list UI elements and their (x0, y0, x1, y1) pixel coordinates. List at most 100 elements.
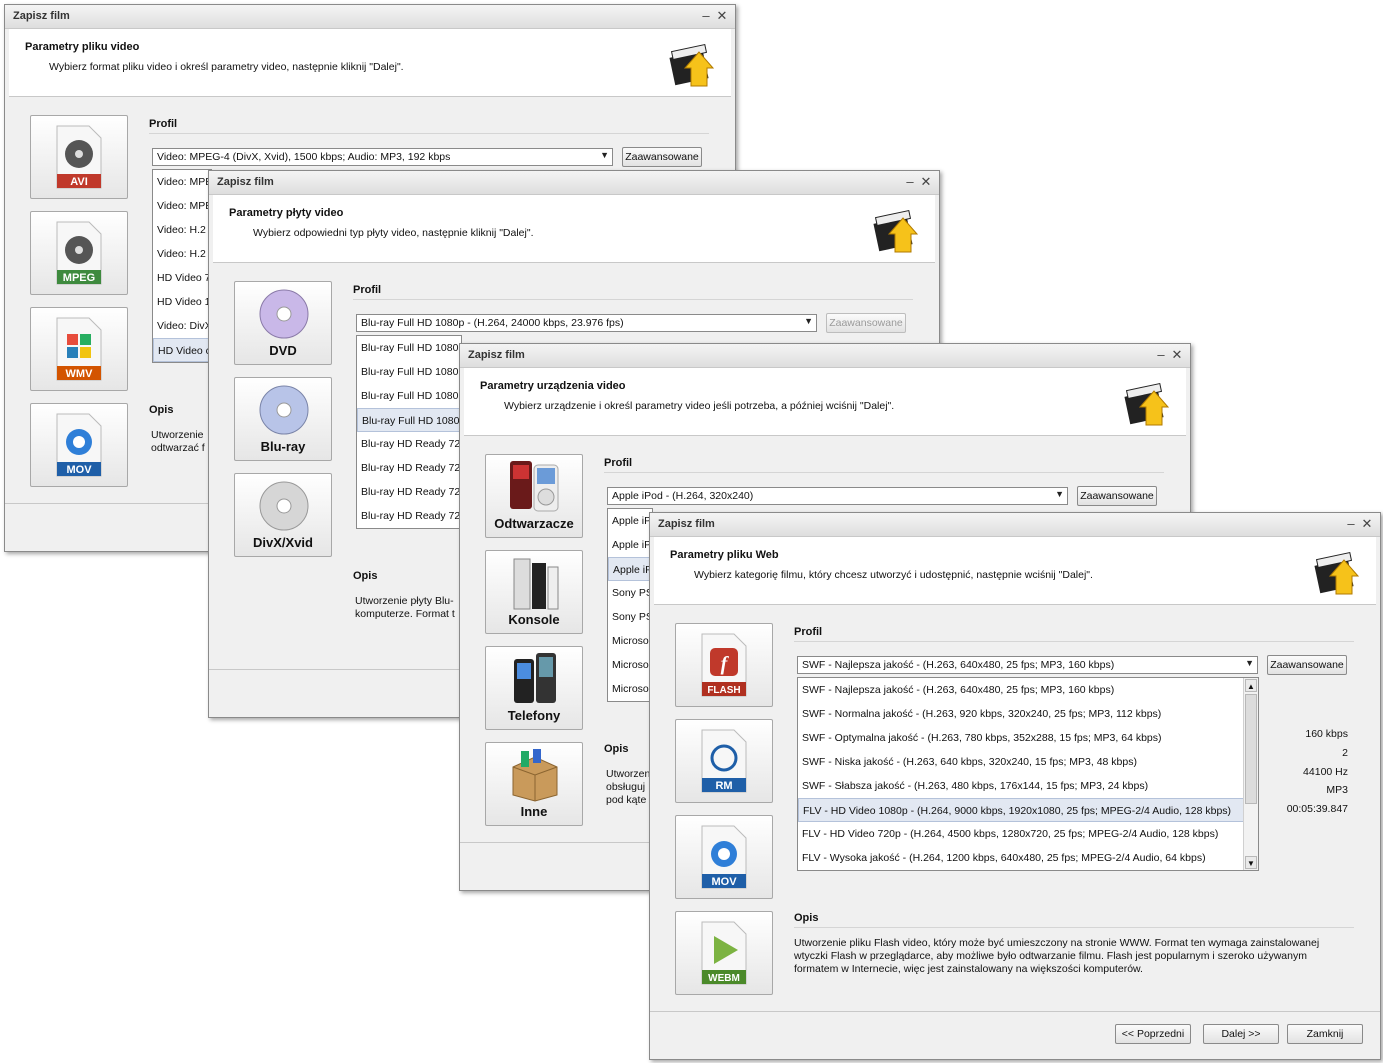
format-flash-button[interactable]: f FLASH (675, 623, 773, 707)
list-item[interactable]: Blu-ray Full HD 1080 (357, 384, 458, 408)
format-dvd-button[interactable]: DVD (234, 281, 332, 365)
format-wmv-button[interactable]: WMV (30, 307, 128, 391)
advanced-button[interactable]: Zaawansowane (622, 147, 702, 167)
list-item[interactable]: FLV - HD Video 720p - (H.264, 4500 kbps,… (798, 822, 1218, 846)
disc-icon (259, 481, 309, 531)
minimize-icon[interactable]: – (1154, 347, 1168, 363)
chevron-down-icon[interactable]: ▼ (804, 316, 813, 326)
list-item[interactable]: Microso (608, 653, 649, 677)
header-subtitle: Wybierz kategorię filmu, który chcesz ut… (694, 569, 1093, 581)
profile-select[interactable]: SWF - Najlepsza jakość - (H.263, 640x480… (797, 656, 1258, 674)
chevron-down-icon[interactable]: ▼ (1245, 658, 1254, 668)
list-item[interactable]: Microso (608, 677, 649, 701)
minimize-icon[interactable]: – (903, 174, 917, 190)
description-text: Utworzenie odtwarzać f (151, 429, 205, 454)
list-item-selected[interactable]: Blu-ray Full HD 1080 (357, 408, 461, 432)
footer-bar: << Poprzedni Dalej >> Zamknij (650, 1011, 1380, 1059)
list-item[interactable]: Video: MPE (153, 194, 211, 218)
list-item-selected[interactable]: HD Video c (153, 338, 211, 362)
list-item[interactable]: Sony PS (608, 605, 652, 629)
list-item[interactable]: Video: H.2 (153, 242, 206, 266)
device-other-button[interactable]: Inne (485, 742, 583, 826)
list-item[interactable]: HD Video 1 (153, 290, 211, 314)
format-webm-button[interactable]: WEBM (675, 911, 773, 995)
list-item[interactable]: HD Video 7 (153, 266, 211, 290)
list-item[interactable]: Video: DivX (153, 314, 211, 338)
description-text: Utworzenie płyty Blu- komputerze. Format… (355, 595, 455, 620)
minimize-icon[interactable]: – (699, 8, 713, 24)
scroll-up-icon[interactable]: ▲ (1245, 679, 1257, 692)
profile-select[interactable]: Apple iPod - (H.264, 320x240) ▼ (607, 487, 1068, 505)
format-avi-button[interactable]: AVI (30, 115, 128, 199)
list-item[interactable]: SWF - Niska jakość - (H.263, 640 kbps, 3… (798, 750, 1137, 774)
device-players-button[interactable]: Odtwarzacze (485, 454, 583, 538)
list-item[interactable]: Blu-ray HD Ready 72 (357, 456, 460, 480)
advanced-button[interactable]: Zaawansowane (1077, 486, 1157, 506)
advanced-button[interactable]: Zaawansowane (1267, 655, 1347, 675)
list-item[interactable]: SWF - Najlepsza jakość - (H.263, 640x480… (798, 678, 1114, 702)
list-item[interactable]: Sony PS (608, 581, 652, 605)
svg-text:MPEG: MPEG (63, 272, 95, 284)
list-item-selected[interactable]: Apple iP (608, 557, 652, 581)
list-item[interactable]: SWF - Normalna jakość - (H.263, 920 kbps… (798, 702, 1161, 726)
format-mpeg-button[interactable]: MPEG (30, 211, 128, 295)
list-item[interactable]: Blu-ray Full HD 1080 (357, 336, 458, 360)
list-item[interactable]: Blu-ray Full HD 1080 (357, 360, 458, 384)
list-item[interactable]: FLV - Wysoka jakość - (H.264, 1200 kbps,… (798, 846, 1206, 870)
list-item[interactable]: Microso (608, 629, 649, 653)
device-label: Odtwarzacze (494, 516, 574, 531)
list-item[interactable]: SWF - Optymalna jakość - (H.263, 780 kbp… (798, 726, 1162, 750)
profile-label: Profil (353, 284, 382, 296)
close-icon[interactable]: ✕ (919, 174, 933, 190)
list-item[interactable]: Blu-ray HD Ready 72 (357, 504, 460, 528)
close-icon[interactable]: ✕ (1170, 347, 1184, 363)
audio-channels-value: 2 (1342, 747, 1348, 759)
device-label: Telefony (507, 708, 561, 723)
profile-dropdown-list[interactable]: Blu-ray Full HD 1080 Blu-ray Full HD 108… (356, 335, 462, 529)
profile-select[interactable]: Video: MPEG-4 (DivX, Xvid), 1500 kbps; A… (152, 148, 613, 166)
svg-text:MOV: MOV (711, 876, 737, 888)
device-phones-button[interactable]: Telefony (485, 646, 583, 730)
format-rm-button[interactable]: RM (675, 719, 773, 803)
list-item[interactable]: Blu-ray HD Ready 72 (357, 432, 460, 456)
profile-select-value: Blu-ray Full HD 1080p - (H.264, 24000 kb… (361, 317, 624, 329)
format-divx-button[interactable]: DivX/Xvid (234, 473, 332, 557)
dropdown-scrollbar[interactable]: ▲ ▼ (1243, 678, 1258, 870)
chevron-down-icon[interactable]: ▼ (600, 150, 609, 160)
format-mov-button[interactable]: MOV (675, 815, 773, 899)
profile-dropdown-list[interactable]: Apple iP Apple iP Apple iP Sony PS Sony … (607, 508, 653, 702)
device-consoles-button[interactable]: Konsole (485, 550, 583, 634)
profile-dropdown-list[interactable]: SWF - Najlepsza jakość - (H.263, 640x480… (797, 677, 1259, 871)
previous-button[interactable]: << Poprzedni (1115, 1024, 1191, 1044)
header-title: Parametry pliku Web (670, 549, 779, 561)
list-item[interactable]: Video: H.2 (153, 218, 206, 242)
mov-file-icon: MOV (701, 825, 747, 889)
close-icon[interactable]: ✕ (715, 8, 729, 24)
profile-dropdown-list[interactable]: Video: MPE Video: MPE Video: H.2 Video: … (152, 169, 212, 363)
separator (794, 927, 1354, 928)
mpeg-file-icon: MPEG (56, 221, 102, 285)
list-item[interactable]: Video: MPE (153, 170, 211, 194)
format-bluray-button[interactable]: Blu-ray (234, 377, 332, 461)
audio-bitrate-value: 160 kbps (1305, 728, 1348, 740)
header-panel: Parametry urządzenia video Wybierz urząd… (464, 368, 1186, 436)
list-item[interactable]: Apple iP (608, 533, 651, 557)
advanced-button[interactable]: Zaawansowane (826, 313, 906, 333)
list-item-selected[interactable]: FLV - HD Video 1080p - (H.264, 9000 kbps… (798, 798, 1244, 822)
format-mov-button[interactable]: MOV (30, 403, 128, 487)
close-icon[interactable]: ✕ (1360, 516, 1374, 532)
list-item[interactable]: SWF - Słabsza jakość - (H.263, 480 kbps,… (798, 774, 1148, 798)
chevron-down-icon[interactable]: ▼ (1055, 489, 1064, 499)
profile-select[interactable]: Blu-ray Full HD 1080p - (H.264, 24000 kb… (356, 314, 817, 332)
next-button[interactable]: Dalej >> (1203, 1024, 1279, 1044)
mov-file-icon: MOV (56, 413, 102, 477)
audio-codec-value: MP3 (1326, 784, 1348, 796)
list-item[interactable]: Blu-ray HD Ready 72 (357, 480, 460, 504)
separator (794, 641, 1354, 642)
titlebar: Zapisz film – ✕ (5, 5, 735, 29)
close-button[interactable]: Zamknij (1287, 1024, 1363, 1044)
scroll-down-icon[interactable]: ▼ (1245, 856, 1257, 869)
scrollbar-thumb[interactable] (1245, 694, 1257, 804)
minimize-icon[interactable]: – (1344, 516, 1358, 532)
list-item[interactable]: Apple iP (608, 509, 651, 533)
